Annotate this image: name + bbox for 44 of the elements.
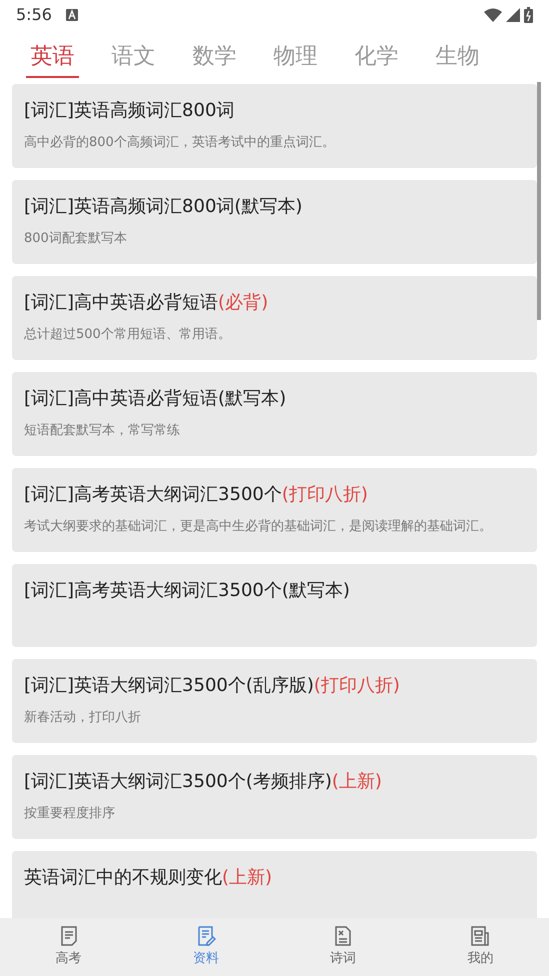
document-icon xyxy=(333,925,354,948)
battery-icon xyxy=(524,7,533,23)
material-description: 总计超过500个常用短语、常用语。 xyxy=(24,326,232,344)
subject-tab[interactable]: 生物 xyxy=(417,30,498,82)
wifi-icon xyxy=(484,8,502,22)
nav-tab[interactable]: 诗词 xyxy=(274,918,412,976)
newspaper-icon xyxy=(470,925,490,948)
material-card[interactable]: [词汇]英语高频词汇800词(默写本) 800词配套默写本 xyxy=(12,180,537,264)
material-description: 800词配套默写本 xyxy=(24,230,128,248)
material-card[interactable]: [词汇]高中英语必背短语(必背) 总计超过500个常用短语、常用语。 xyxy=(12,276,537,360)
nav-tab[interactable]: 我的 xyxy=(412,918,549,976)
material-title: [词汇]高中英语必背短语(必背) xyxy=(24,291,270,315)
material-title: [词汇]英语高频词汇800词(默写本) xyxy=(24,195,304,219)
material-card[interactable]: 英语词汇中的不规则变化(上新) xyxy=(12,851,537,918)
material-title: [词汇]高考英语大纲词汇3500个(打印八折) xyxy=(24,483,369,507)
subject-tab[interactable]: 英语 xyxy=(12,30,93,82)
material-card[interactable]: [词汇]高考英语大纲词汇3500个(打印八折) 考试大纲要求的基础词汇，更是高中生必背的基础词汇，是阅读理解的基础词汇。 xyxy=(12,468,537,552)
material-title: 英语词汇中的不规则变化(上新) xyxy=(24,866,274,890)
nav-tab[interactable]: 资料 xyxy=(137,918,274,976)
nav-tab[interactable]: 高考 xyxy=(0,918,138,976)
status-time: 5:56 xyxy=(16,4,52,26)
material-description: 短语配套默写本，常写常练 xyxy=(24,422,181,440)
material-title: [词汇]高考英语大纲词汇3500个(默写本) xyxy=(24,579,351,603)
subject-tab[interactable]: 物理 xyxy=(255,30,336,82)
material-card[interactable]: [词汇]高考英语大纲词汇3500个(默写本) xyxy=(12,564,537,647)
material-description: 新春活动，打印八折 xyxy=(24,709,142,727)
subject-tab[interactable]: 化学 xyxy=(336,30,417,82)
material-card[interactable]: [词汇]英语大纲词汇3500个(乱序版)(打印八折) 新春活动，打印八折 xyxy=(12,659,537,743)
material-title: [词汇]英语大纲词汇3500个(乱序版)(打印八折) xyxy=(24,674,401,698)
document-icon xyxy=(58,925,79,948)
subject-tab[interactable]: 数学 xyxy=(174,30,255,82)
subject-tab[interactable]: 语文 xyxy=(93,30,174,82)
material-description: 考试大纲要求的基础词汇，更是高中生必背的基础词汇，是阅读理解的基础词汇。 xyxy=(24,518,493,536)
material-title: [词汇]高中英语必背短语(默写本) xyxy=(24,387,288,411)
signal-icon xyxy=(506,8,520,22)
material-card[interactable]: [词汇]高中英语必背短语(默写本) 短语配套默写本，常写常练 xyxy=(12,372,537,456)
material-title: [词汇]英语大纲词汇3500个(考频排序)(上新) xyxy=(24,770,383,794)
material-title: [词汇]英语高频词汇800词 xyxy=(24,99,236,123)
edit-document-icon xyxy=(196,925,216,948)
material-card[interactable]: [词汇]英语大纲词汇3500个(考频排序)(上新) 按重要程度排序 xyxy=(12,755,537,839)
material-card[interactable]: [词汇]英语高频词汇800词 高中必背的800个高频词汇，英语考试中的重点词汇。 xyxy=(12,84,537,168)
keyboard-icon xyxy=(66,9,78,21)
material-description: 高中必背的800个高频词汇，英语考试中的重点词汇。 xyxy=(24,134,336,152)
material-description: 按重要程度排序 xyxy=(24,805,116,823)
